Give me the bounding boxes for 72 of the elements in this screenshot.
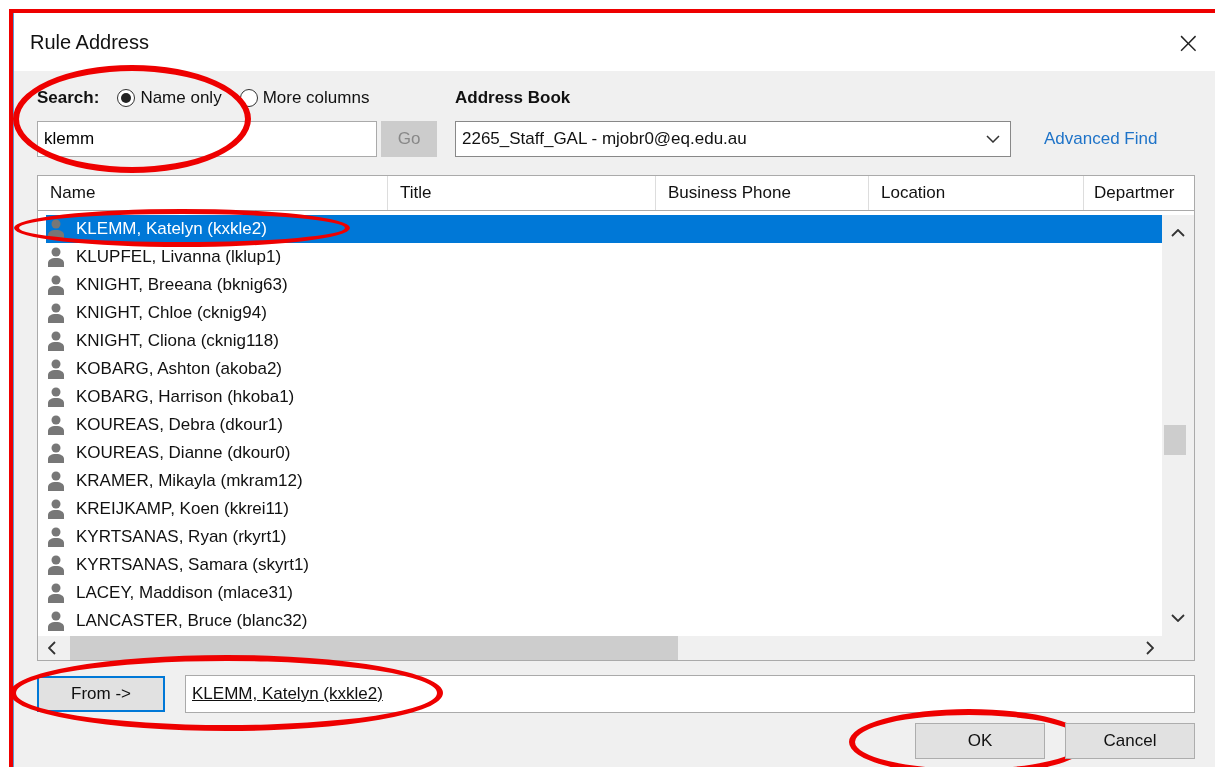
contact-name: KREIJKAMP, Koen (kkrei11) [76, 499, 289, 519]
contact-row[interactable]: KYRTSANAS, Ryan (rkyrt1) [46, 523, 1162, 551]
contact-name: KYRTSANAS, Samara (skyrt1) [76, 555, 310, 575]
contact-row[interactable]: KLEMM, Katelyn (kxkle2) [46, 215, 1162, 243]
address-book-dropdown[interactable]: 2265_Staff_GAL - mjobr0@eq.edu.au [455, 121, 1011, 157]
close-button[interactable]: × [1161, 24, 1215, 60]
person-icon [48, 611, 64, 631]
scroll-left-icon[interactable] [48, 641, 56, 655]
contact-row[interactable]: KOBARG, Ashton (akoba2) [46, 355, 1162, 383]
dialog-button[interactable]: OK [915, 723, 1045, 759]
radio-option[interactable]: More columns [239, 88, 370, 108]
person-icon [48, 247, 64, 267]
address-book-label: Address Book [455, 87, 572, 109]
contact-name: KNIGHT, Chloe (cknig94) [76, 303, 267, 323]
person-icon [48, 443, 64, 463]
person-icon [48, 331, 64, 351]
contact-row[interactable]: KRAMER, Mikayla (mkram12) [46, 467, 1162, 495]
column-header[interactable]: Location [869, 176, 1084, 210]
scroll-thumb[interactable] [1164, 425, 1186, 455]
contact-row[interactable]: LACEY, Maddison (mlace31) [46, 579, 1162, 607]
contact-name: KYRTSANAS, Ryan (rkyrt1) [76, 527, 287, 547]
contact-name: LACEY, Maddison (mlace31) [76, 583, 293, 603]
person-icon [48, 415, 64, 435]
contact-row[interactable]: KNIGHT, Breeana (bknig63) [46, 271, 1162, 299]
column-header[interactable]: Name [38, 176, 388, 210]
dialog-button[interactable]: Cancel [1065, 723, 1195, 759]
person-icon [48, 471, 64, 491]
contact-name: KLUPFEL, Livanna (lklup1) [76, 247, 282, 267]
contact-name: KRAMER, Mikayla (mkram12) [76, 471, 303, 491]
scroll-right-icon[interactable] [1146, 641, 1154, 655]
person-icon [48, 499, 64, 519]
scroll-thumb[interactable] [70, 636, 678, 660]
contact-row[interactable]: LANCASTER, Bruce (blanc32) [46, 607, 1162, 635]
scroll-down-icon[interactable] [1171, 614, 1185, 622]
horizontal-scrollbar[interactable] [38, 636, 1194, 660]
contact-row[interactable]: KOUREAS, Dianne (dkour0) [46, 439, 1162, 467]
column-header[interactable]: Title [388, 176, 656, 210]
contact-row[interactable]: KOUREAS, Debra (dkour1) [46, 411, 1162, 439]
contact-name: KLEMM, Katelyn (kxkle2) [76, 219, 267, 239]
contact-name: KOUREAS, Debra (dkour1) [76, 415, 283, 435]
search-field[interactable]: klemm [37, 121, 377, 157]
radio-option[interactable]: Name only [117, 88, 222, 108]
window-title: Rule Address [30, 30, 149, 54]
person-icon [48, 303, 64, 323]
contact-name: KOBARG, Ashton (akoba2) [76, 359, 282, 379]
contact-name: KOUREAS, Dianne (dkour0) [76, 443, 291, 463]
person-icon [48, 219, 64, 239]
contact-name: KOBARG, Harrison (hkoba1) [76, 387, 295, 407]
contact-row[interactable]: KOBARG, Harrison (hkoba1) [46, 383, 1162, 411]
contact-name: KNIGHT, Cliona (cknig118) [76, 331, 279, 351]
contact-row[interactable]: KLUPFEL, Livanna (lklup1) [46, 243, 1162, 271]
contact-row[interactable]: KNIGHT, Cliona (cknig118) [46, 327, 1162, 355]
person-icon [48, 583, 64, 603]
contact-row[interactable]: KYRTSANAS, Samara (skyrt1) [46, 551, 1162, 579]
scroll-up-icon[interactable] [1171, 229, 1185, 237]
column-header[interactable]: Departmer [1084, 176, 1194, 210]
contact-row[interactable]: KREIJKAMP, Koen (kkrei11) [46, 495, 1162, 523]
contact-name: KNIGHT, Breeana (bknig63) [76, 275, 288, 295]
from-button[interactable]: From -> [37, 676, 165, 712]
from-field[interactable]: KLEMM, Katelyn (kxkle2) [185, 675, 1195, 713]
column-header[interactable]: Business Phone [656, 176, 869, 210]
chevron-down-icon [986, 135, 1000, 143]
person-icon [48, 387, 64, 407]
advanced-find-link[interactable]: Advanced Find [1044, 129, 1158, 149]
person-icon [48, 359, 64, 379]
person-icon [48, 275, 64, 295]
contact-row[interactable]: KNIGHT, Chloe (cknig94) [46, 299, 1162, 327]
person-icon [48, 555, 64, 575]
vertical-scrollbar[interactable] [1162, 215, 1194, 636]
contact-name: LANCASTER, Bruce (blanc32) [76, 611, 308, 631]
search-label: Search: [37, 88, 100, 108]
person-icon [48, 527, 64, 547]
